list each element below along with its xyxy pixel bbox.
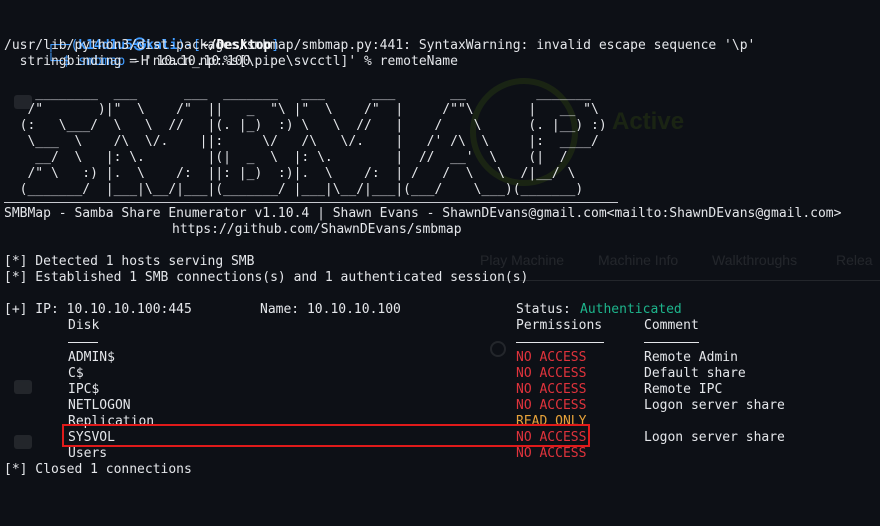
status-label: Status: xyxy=(516,302,579,317)
header-disk: Disk xyxy=(68,318,100,333)
table-row: ADMIN$ NO ACCESS Remote Admin xyxy=(0,350,880,366)
header-comment: Comment xyxy=(644,318,699,333)
url-line: https://github.com/ShawnDEvans/smbmap xyxy=(172,222,462,237)
terminal-output: ┌──(k14d1u5㉿kali)-[~/Desktop] └─$ smbmap… xyxy=(0,6,880,478)
warning-line: /usr/lib/python3/dist-packages/smbmap/sm… xyxy=(4,38,756,53)
ip-row: [+] IP: 10.10.10.100:445 Name: 10.10.10.… xyxy=(0,302,880,318)
prompt-header: ┌──(k14d1u5㉿kali)-[~/Desktop] xyxy=(46,38,280,53)
smbmap-ascii-banner: ________ ___ ___ _______ ___ ___ __ ____… xyxy=(19,86,607,197)
share-permission: NO ACCESS xyxy=(516,398,587,413)
status-line-established: [*] Established 1 SMB connections(s) and… xyxy=(4,270,529,285)
share-comment: Remote Admin xyxy=(644,350,738,365)
command-line[interactable]: └─$ smbmap -H 10.10.10.100 xyxy=(0,22,880,69)
share-comment: Logon server share xyxy=(644,398,785,413)
share-name: Users xyxy=(68,446,108,461)
header-permissions: Permissions xyxy=(516,318,603,333)
host-name: Name: 10.10.10.100 xyxy=(260,302,401,317)
replication-highlight-box xyxy=(62,424,590,447)
share-permission: NO ACCESS xyxy=(516,350,587,365)
ip-address: [+] IP: 10.10.10.100:445 xyxy=(4,302,192,317)
share-comment: Remote IPC xyxy=(644,382,723,397)
share-comment: Logon server share xyxy=(644,430,785,445)
status-line-detected: [*] Detected 1 hosts serving SMB xyxy=(4,254,255,269)
share-permission: NO ACCESS xyxy=(516,382,587,397)
closing-line: [*] Closed 1 connections xyxy=(4,462,192,477)
share-name: C$ xyxy=(68,366,84,381)
version-line: SMBMap - Samba Share Enumerator v1.10.4 … xyxy=(4,206,842,221)
share-name: IPC$ xyxy=(68,382,100,397)
table-row: C$ NO ACCESS Default share xyxy=(0,366,880,382)
share-permission: NO ACCESS xyxy=(516,446,587,461)
share-name: NETLOGON xyxy=(68,398,131,413)
table-header-row: Disk Permissions Comment xyxy=(0,318,880,334)
table-row: NETLOGON NO ACCESS Logon server share xyxy=(0,398,880,414)
table-header-underline xyxy=(0,334,880,350)
share-permission: NO ACCESS xyxy=(516,366,587,381)
share-name: ADMIN$ xyxy=(68,350,115,365)
status-authenticated: Authenticated xyxy=(580,302,682,317)
table-row: IPC$ NO ACCESS Remote IPC xyxy=(0,382,880,398)
warning-line: stringbinding = 'ncacn_np:%s[\pipe\svcct… xyxy=(4,54,458,69)
table-row: Users NO ACCESS xyxy=(0,446,880,462)
share-comment: Default share xyxy=(644,366,746,381)
